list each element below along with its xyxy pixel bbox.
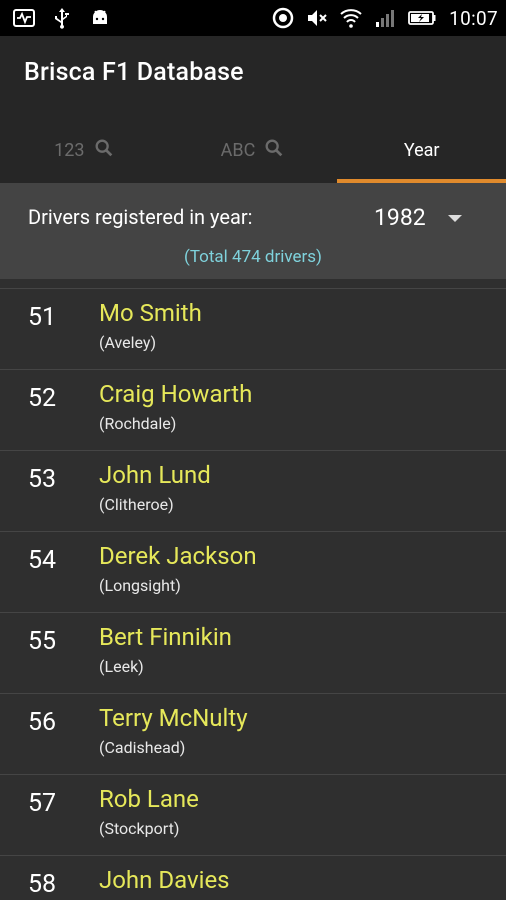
- driver-number: 54: [28, 546, 57, 575]
- filter-label: Drivers registered in year:: [28, 205, 253, 229]
- driver-name: Craig Howarth: [99, 380, 253, 408]
- tab-label: ABC: [220, 139, 256, 161]
- driver-town: (Stockport): [99, 819, 180, 838]
- total-drivers-count: (Total 474 drivers): [184, 247, 322, 267]
- driver-name: Rob Lane: [99, 785, 199, 813]
- driver-town: (Aveley): [99, 333, 157, 352]
- driver-number: 53: [28, 465, 57, 494]
- list-item[interactable]: 57 Rob Lane (Stockport): [0, 774, 506, 855]
- list-item[interactable]: 55 Bert Finnikin (Leek): [0, 612, 506, 693]
- status-time: 10:07: [449, 6, 498, 30]
- driver-town: (Clitheroe): [99, 495, 174, 514]
- chevron-down-icon: [447, 214, 462, 222]
- driver-town: (Rochdale): [99, 414, 177, 433]
- list-item[interactable]: 52 Craig Howarth (Rochdale): [0, 369, 506, 450]
- driver-name: Mo Smith: [99, 299, 202, 327]
- tab-name-search[interactable]: ABC: [169, 117, 338, 183]
- status-left-icons: [12, 6, 112, 30]
- tab-year[interactable]: Year: [337, 117, 506, 183]
- driver-name: Derek Jackson: [99, 542, 257, 570]
- tab-label: Year: [403, 139, 440, 161]
- activity-icon: [12, 6, 36, 30]
- search-icon: [263, 137, 285, 164]
- year-filter-panel: Drivers registered in year: 1982 (Total …: [0, 183, 506, 279]
- tab-label: 123: [54, 139, 85, 161]
- driver-list[interactable]: 51 Mo Smith (Aveley) 52 Craig Howarth (R…: [0, 279, 506, 900]
- driver-town: (Longsight): [99, 576, 181, 595]
- list-item[interactable]: 56 Terry McNulty (Cadishead): [0, 693, 506, 774]
- signal-icon: [373, 6, 397, 30]
- driver-number: 58: [28, 870, 57, 899]
- driver-name: Terry McNulty: [99, 704, 248, 732]
- tab-bar: 123 ABC Year: [0, 117, 506, 183]
- driver-number: 56: [28, 708, 57, 737]
- driver-name: Bert Finnikin: [99, 623, 232, 651]
- app-title: Brisca F1 Database: [24, 58, 244, 87]
- list-item[interactable]: 54 Derek Jackson (Longsight): [0, 531, 506, 612]
- battery-icon: [407, 6, 437, 30]
- driver-number: 52: [28, 384, 57, 413]
- sync-icon: [271, 6, 295, 30]
- status-right-icons: 10:07: [271, 6, 498, 30]
- list-item[interactable]: 51 Mo Smith (Aveley): [0, 288, 506, 369]
- status-bar: 10:07: [0, 0, 506, 36]
- driver-number: 57: [28, 789, 57, 818]
- list-item[interactable]: 58 John Davies: [0, 855, 506, 900]
- driver-number: 55: [28, 627, 57, 656]
- wifi-icon: [339, 6, 363, 30]
- driver-number: 51: [28, 303, 57, 332]
- selected-year: 1982: [374, 203, 426, 231]
- driver-town: (Leek): [99, 657, 144, 676]
- tab-number-search[interactable]: 123: [0, 117, 169, 183]
- android-icon: [88, 6, 112, 30]
- driver-town: (Cadishead): [99, 738, 186, 757]
- year-dropdown[interactable]: 1982: [366, 197, 486, 237]
- mute-icon: [305, 6, 329, 30]
- app-bar: Brisca F1 Database 123 ABC Year: [0, 36, 506, 183]
- list-item[interactable]: 53 John Lund (Clitheroe): [0, 450, 506, 531]
- driver-name: John Davies: [99, 866, 230, 894]
- search-icon: [93, 137, 115, 164]
- usb-icon: [50, 6, 74, 30]
- driver-name: John Lund: [99, 461, 211, 489]
